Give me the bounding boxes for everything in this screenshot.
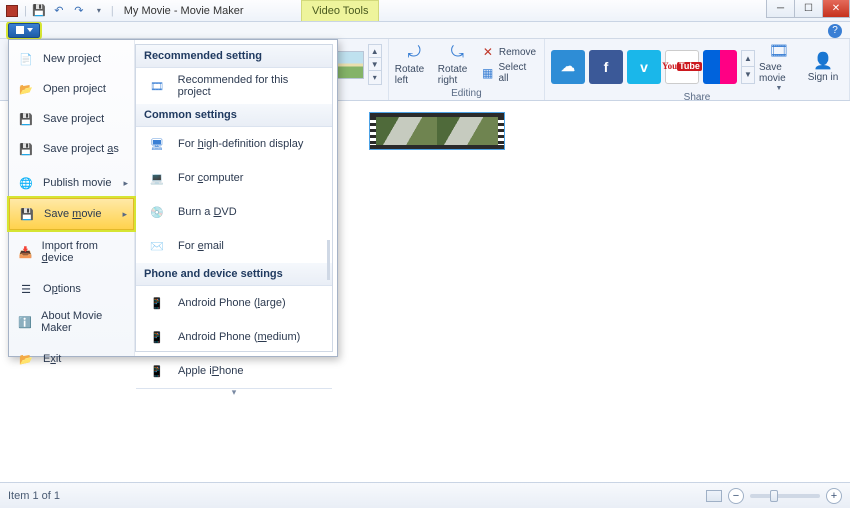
chevron-right-icon: ▸ bbox=[123, 178, 128, 189]
submenu-computer[interactable]: 💻 For computer bbox=[136, 161, 332, 195]
dropdown-icon bbox=[27, 28, 33, 32]
rotate-left-icon: ⤾ bbox=[404, 43, 424, 63]
remove-icon: ✕ bbox=[481, 45, 495, 59]
phone-icon: 📱 bbox=[146, 292, 168, 314]
import-icon: 📥 bbox=[17, 243, 34, 261]
submenu-email[interactable]: ✉️ For email bbox=[136, 229, 332, 263]
youtube-icon[interactable]: YouTube bbox=[665, 50, 699, 84]
menu-save-movie[interactable]: 💾 Save movie ▸ bbox=[9, 198, 134, 230]
menu-new-project[interactable]: 📄 New project bbox=[9, 44, 134, 74]
file-menu-button[interactable] bbox=[8, 23, 40, 38]
sign-in-icon: 👤 bbox=[813, 51, 833, 71]
submenu-header: Recommended setting bbox=[136, 45, 332, 68]
share-gallery-scroll[interactable]: ▲▼ bbox=[741, 50, 755, 84]
rotate-right-icon: ⤿ bbox=[447, 43, 467, 63]
gallery-scroll[interactable]: ▲▼▾ bbox=[368, 44, 382, 85]
skydrive-icon[interactable]: ☁ bbox=[551, 50, 585, 84]
help-button[interactable]: ? bbox=[828, 24, 842, 38]
item-count: Item 1 of 1 bbox=[8, 490, 60, 502]
phone-icon: 📱 bbox=[146, 326, 168, 348]
save-icon[interactable]: 💾 bbox=[31, 3, 47, 19]
separator: | bbox=[24, 5, 27, 17]
select-all-icon: ▦ bbox=[481, 66, 495, 80]
submenu-recommended[interactable]: 🎞 Recommended for this project bbox=[136, 68, 332, 104]
window-controls: ─ ☐ ✕ bbox=[766, 0, 850, 18]
save-movie-icon: 🎞 bbox=[769, 41, 789, 61]
zoom-out-button[interactable]: − bbox=[728, 488, 744, 504]
save-movie-icon: 💾 bbox=[18, 205, 36, 223]
save-as-icon: 💾 bbox=[17, 140, 35, 158]
menu-save-project[interactable]: 💾 Save project bbox=[9, 104, 134, 134]
flickr-icon[interactable] bbox=[703, 50, 737, 84]
menu-save-project-as[interactable]: 💾 Save project as bbox=[9, 134, 134, 164]
rotate-right-button[interactable]: ⤿ Rotate right bbox=[438, 43, 477, 86]
submenu-android-medium[interactable]: 📱 Android Phone (medium) bbox=[136, 320, 332, 354]
zoom-slider-thumb[interactable] bbox=[770, 490, 778, 502]
minimize-button[interactable]: ─ bbox=[766, 0, 794, 18]
group-label: Editing bbox=[451, 88, 482, 100]
submenu-dvd[interactable]: 💿 Burn a DVD bbox=[136, 195, 332, 229]
sign-in-button[interactable]: 👤 Sign in bbox=[803, 51, 843, 83]
exit-icon: 📂 bbox=[17, 350, 35, 368]
save-project-icon: 💾 bbox=[17, 110, 35, 128]
vimeo-icon[interactable]: v bbox=[627, 50, 661, 84]
facebook-icon[interactable]: f bbox=[589, 50, 623, 84]
file-icon bbox=[16, 26, 24, 34]
quick-access-toolbar: | 💾 ↶ ↷ ▾ | bbox=[0, 3, 118, 19]
file-menu: 📄 New project 📂 Open project 💾 Save proj… bbox=[8, 39, 338, 357]
save-movie-submenu: Recommended setting 🎞 Recommended for th… bbox=[135, 44, 333, 352]
film-icon: 🎞 bbox=[146, 75, 168, 97]
new-project-icon: 📄 bbox=[17, 50, 35, 68]
submenu-android-large[interactable]: 📱 Android Phone (large) bbox=[136, 286, 332, 320]
submenu-header: Common settings bbox=[136, 104, 332, 127]
computer-icon: 💻 bbox=[146, 167, 168, 189]
publish-icon: 🌐 bbox=[17, 174, 35, 192]
submenu-hd[interactable]: 🖥 For high-definition display bbox=[136, 127, 332, 161]
scrollbar[interactable] bbox=[327, 240, 330, 280]
close-button[interactable]: ✕ bbox=[822, 0, 850, 18]
app-icon bbox=[4, 3, 20, 19]
dropdown-icon: ▼ bbox=[776, 85, 783, 92]
submenu-expand[interactable]: ▾ bbox=[136, 388, 332, 396]
editing-group: ⤾ Rotate left ⤿ Rotate right ✕ Remove ▦ … bbox=[389, 39, 545, 100]
zoom-in-button[interactable]: + bbox=[826, 488, 842, 504]
separator: | bbox=[111, 5, 114, 17]
chevron-right-icon: ▸ bbox=[122, 209, 127, 220]
remove-button[interactable]: ✕ Remove bbox=[481, 45, 538, 59]
qat-dropdown-icon[interactable]: ▾ bbox=[91, 3, 107, 19]
menu-publish-movie[interactable]: 🌐 Publish movie ▸ bbox=[9, 168, 134, 198]
menu-open-project[interactable]: 📂 Open project bbox=[9, 74, 134, 104]
options-icon: ☰ bbox=[17, 280, 35, 298]
share-group: ☁ f v YouTube ▲▼ 🎞 Save movie ▼ 👤 Sign i… bbox=[545, 39, 850, 100]
ribbon-tab-row bbox=[0, 22, 850, 39]
title-bar: | 💾 ↶ ↷ ▾ | My Movie - Movie Maker Video… bbox=[0, 0, 850, 22]
redo-icon[interactable]: ↷ bbox=[71, 3, 87, 19]
menu-about[interactable]: ℹ️ About Movie Maker bbox=[9, 304, 134, 340]
menu-exit[interactable]: 📂 Exit bbox=[9, 344, 134, 374]
about-icon: ℹ️ bbox=[17, 313, 33, 331]
video-tools-tab[interactable]: Video Tools bbox=[301, 0, 379, 21]
menu-options[interactable]: ☰ Options bbox=[9, 274, 134, 304]
undo-icon[interactable]: ↶ bbox=[51, 3, 67, 19]
open-project-icon: 📂 bbox=[17, 80, 35, 98]
status-bar: Item 1 of 1 − + bbox=[0, 482, 850, 508]
select-all-button[interactable]: ▦ Select all bbox=[481, 62, 538, 84]
hd-icon: 🖥 bbox=[146, 133, 168, 155]
phone-icon: 📱 bbox=[146, 360, 168, 382]
video-clip[interactable] bbox=[370, 113, 504, 149]
dvd-icon: 💿 bbox=[146, 201, 168, 223]
window-title: My Movie - Movie Maker bbox=[124, 5, 244, 17]
menu-import-device[interactable]: 📥 Import from device bbox=[9, 234, 134, 270]
email-icon: ✉️ bbox=[146, 235, 168, 257]
save-movie-button[interactable]: 🎞 Save movie ▼ bbox=[759, 41, 799, 92]
file-menu-primary: 📄 New project 📂 Open project 💾 Save proj… bbox=[9, 40, 135, 356]
zoom-controls: − + bbox=[706, 488, 842, 504]
rotate-left-button[interactable]: ⤾ Rotate left bbox=[395, 43, 434, 86]
zoom-slider[interactable] bbox=[750, 494, 820, 498]
view-mode-icon[interactable] bbox=[706, 490, 722, 502]
submenu-header: Phone and device settings bbox=[136, 263, 332, 286]
maximize-button[interactable]: ☐ bbox=[794, 0, 822, 18]
submenu-iphone[interactable]: 📱 Apple iPhone bbox=[136, 354, 332, 388]
